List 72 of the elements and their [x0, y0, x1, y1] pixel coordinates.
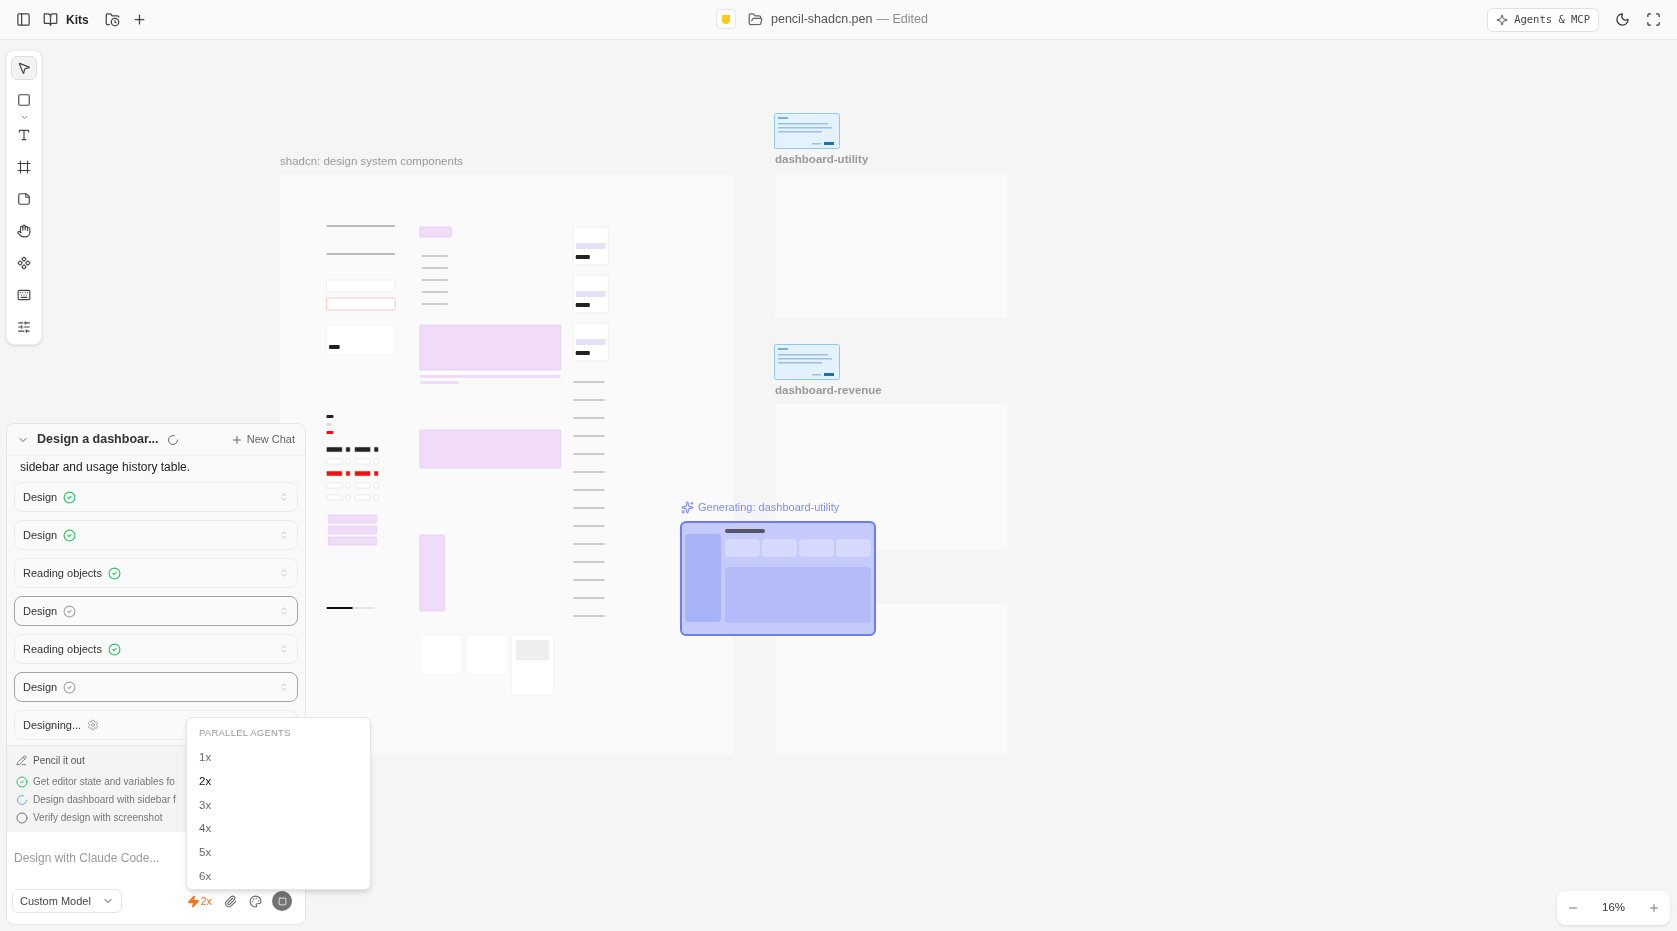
plan-title: Pencil it out [33, 754, 85, 768]
zoom-in-icon[interactable] [1648, 902, 1660, 914]
stop-icon [277, 896, 287, 906]
plus-icon [230, 433, 243, 446]
menu-option[interactable]: 5x [199, 841, 358, 865]
gear-icon [87, 719, 100, 731]
note-drawing [774, 344, 840, 380]
menu-option[interactable]: 1x [199, 745, 358, 770]
step-row[interactable]: Design [14, 596, 298, 626]
chevron-icon[interactable] [19, 113, 29, 122]
step-row[interactable]: Reading objects [14, 558, 298, 588]
menu-heading: PARALLEL AGENTS [199, 726, 292, 740]
check-icon [63, 490, 77, 504]
zoom-value: 16% [1602, 900, 1625, 916]
status-badge [716, 9, 736, 29]
step-label: Design [23, 679, 58, 695]
step-label: Designing... [23, 717, 82, 733]
step-row[interactable]: Design [14, 672, 298, 702]
task-label: Get editor state and variables fo [33, 775, 175, 789]
step-row[interactable]: Reading objects [14, 634, 298, 664]
prompt-field[interactable]: Design with Claude Code... [7, 834, 185, 878]
sparkle-icon [1496, 13, 1509, 26]
check-icon [107, 642, 121, 656]
task-label: Design dashboard with sidebar f [33, 793, 176, 807]
note-drawing [774, 113, 840, 149]
sidebar-icon[interactable] [16, 12, 31, 27]
frame-label: shadcn: design system components [280, 154, 463, 169]
menu-option[interactable]: 3x [199, 793, 358, 818]
menu-option[interactable]: 2x [199, 769, 358, 794]
check-icon [107, 566, 121, 580]
step-label: Design [23, 527, 58, 543]
palette-icon[interactable] [249, 894, 262, 908]
task-label: Verify design with screenshot [33, 811, 163, 825]
file-status: — Edited [876, 10, 928, 28]
sparkles-icon [681, 500, 694, 514]
step-label: Design [23, 489, 58, 505]
theme-icon[interactable] [1615, 12, 1630, 27]
check-icon [63, 528, 77, 542]
check-icon [63, 604, 77, 618]
generating-label: Generating: dashboard-utility [698, 500, 840, 515]
model-select[interactable]: Custom Model [12, 889, 122, 913]
step-label: Reading objects [23, 641, 102, 657]
frame-label: dashboard-utility [775, 152, 869, 167]
loading-icon [166, 433, 179, 446]
menu-option[interactable]: 6x [199, 865, 358, 889]
folder-icon [748, 11, 763, 27]
new-chat-button[interactable]: New Chat [230, 431, 295, 448]
lightning-icon [187, 894, 201, 908]
chat-title: Design a dashboar... [37, 431, 159, 449]
loading-icon [16, 793, 28, 806]
step-row[interactable]: Design [14, 520, 298, 550]
attach-icon[interactable] [224, 894, 237, 908]
check-icon [63, 680, 77, 694]
check-icon [16, 775, 28, 788]
book-icon[interactable] [43, 12, 58, 27]
agents-button[interactable]: Agents & MCP [1487, 7, 1599, 32]
step-label: Reading objects [23, 565, 102, 581]
folder-clock-icon[interactable] [104, 12, 120, 27]
menu-option[interactable]: 4x [199, 817, 358, 842]
file-name: pencil-shadcn.pen [771, 10, 873, 28]
pointer-icon[interactable] [11, 56, 37, 80]
circle-icon [16, 811, 28, 824]
step-row[interactable]: Design [14, 482, 298, 512]
fullscreen-icon[interactable] [1646, 12, 1661, 27]
pencil-icon [16, 755, 27, 766]
stop-button[interactable] [272, 891, 292, 911]
add-icon[interactable] [131, 12, 147, 27]
frame-label: dashboard-revenue [775, 383, 882, 398]
chat-message: sidebar and usage history table. [19, 459, 192, 476]
kits-label[interactable]: Kits [66, 10, 89, 29]
title-placeholder [725, 529, 765, 533]
step-label: Design [23, 603, 58, 619]
